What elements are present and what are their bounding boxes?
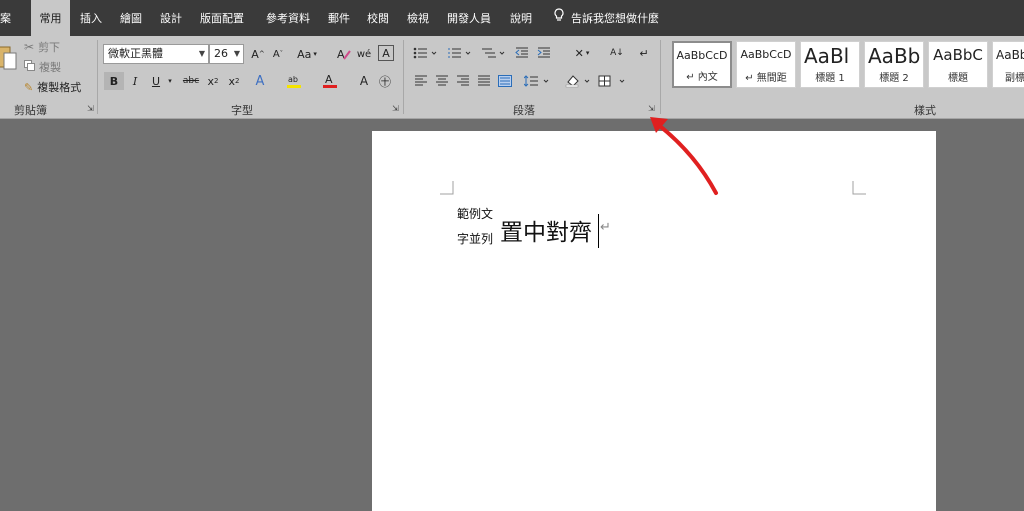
line-spacing-icon[interactable] <box>523 72 551 90</box>
underline-button[interactable]: U <box>148 72 164 90</box>
tell-me-search[interactable]: 告訴我您想做什麼 <box>553 0 659 36</box>
chevron-down-icon: ▼ <box>233 49 240 58</box>
strikethrough-button[interactable]: abc <box>181 72 201 90</box>
text-effects-icon[interactable]: A <box>252 72 268 90</box>
font-launcher-icon[interactable]: ⇲ <box>392 105 400 113</box>
tab-insert[interactable]: 插入 <box>74 0 108 36</box>
style-heading-1[interactable]: AaBl 標題 1 <box>800 41 860 88</box>
phonetic-guide-icon[interactable]: wé <box>356 45 372 63</box>
superscript-button[interactable]: x2 <box>226 72 242 90</box>
character-border-icon[interactable]: A <box>378 45 394 61</box>
tab-home[interactable]: 常用 <box>31 0 70 36</box>
increase-indent-icon[interactable] <box>536 45 552 61</box>
paintbrush-icon: ✎ <box>24 80 34 94</box>
bold-button[interactable]: B <box>104 72 124 90</box>
ribbon-tab-bar: 檔案 常用 插入 繪圖 設計 版面配置 參考資料 郵件 校閱 檢視 開發人員 說… <box>0 0 1024 36</box>
shrink-font-icon[interactable]: Aˇ <box>270 46 286 62</box>
align-center-icon[interactable] <box>432 72 452 90</box>
font-group-label: 字型 <box>231 104 253 117</box>
sort-icon[interactable]: A↓ <box>608 45 626 61</box>
styles-group-label: 樣式 <box>914 104 936 117</box>
copy-icon <box>24 60 35 74</box>
paste-label: 貼上 <box>0 69 14 101</box>
clipboard-launcher-icon[interactable]: ⇲ <box>87 105 95 113</box>
ruby-text-line-1: 範例文 <box>457 207 494 221</box>
character-shading-icon[interactable]: A <box>356 72 372 90</box>
multilevel-list-icon[interactable] <box>480 45 506 61</box>
tab-layout[interactable]: 版面配置 <box>196 0 248 36</box>
style-normal[interactable]: AaBbCcD ↵ 內文 <box>672 41 732 88</box>
cut-button[interactable]: ✂ 剪下 <box>24 39 60 55</box>
tab-review[interactable]: 校閱 <box>361 0 395 36</box>
group-divider <box>403 40 404 114</box>
group-divider <box>97 40 98 114</box>
document-main-text[interactable]: 置中對齊 <box>500 213 592 247</box>
enclose-characters-icon[interactable]: ㊉ <box>377 72 393 90</box>
svg-text:A: A <box>337 48 345 61</box>
margin-corner-top-right <box>852 181 866 195</box>
svg-text:A: A <box>325 73 333 86</box>
borders-icon[interactable] <box>597 72 629 90</box>
subscript-button[interactable]: x2 <box>205 72 221 90</box>
chevron-down-icon: ▼ <box>198 49 205 58</box>
svg-text:ab: ab <box>288 75 298 84</box>
align-left-icon[interactable] <box>411 72 431 90</box>
font-color-icon[interactable]: A <box>322 72 338 90</box>
ruby-text-line-2: 字並列 <box>457 232 494 246</box>
annotation-arrow <box>650 117 718 195</box>
asian-layout-icon[interactable]: ✕ ▾ <box>570 45 594 61</box>
style-no-spacing[interactable]: AaBbCcD ↵ 無間距 <box>736 41 796 88</box>
tab-mailings[interactable]: 郵件 <box>322 0 356 36</box>
group-divider <box>660 40 661 114</box>
clipboard-group-label: 剪貼簿 <box>14 104 47 117</box>
lightbulb-icon <box>553 0 565 38</box>
bullets-icon[interactable] <box>412 45 438 61</box>
tab-help[interactable]: 說明 <box>504 0 538 36</box>
align-right-icon[interactable] <box>453 72 473 90</box>
numbering-icon[interactable] <box>446 45 472 61</box>
margin-corner-top-left <box>440 181 454 195</box>
format-painter-button[interactable]: ✎ 複製格式 <box>24 79 81 95</box>
paragraph-mark: ↵ <box>600 220 611 235</box>
distributed-icon[interactable] <box>495 72 515 90</box>
style-subtitle[interactable]: AaBb 副標 <box>992 41 1024 88</box>
justify-icon[interactable] <box>474 72 494 90</box>
shading-icon[interactable] <box>564 72 594 90</box>
clear-formatting-icon[interactable]: A <box>336 45 352 63</box>
style-title[interactable]: AaBbC 標題 <box>928 41 988 88</box>
tab-references[interactable]: 參考資料 <box>259 0 317 36</box>
tab-draw[interactable]: 繪圖 <box>114 0 148 36</box>
tell-me-text: 告訴我您想做什麼 <box>571 12 659 25</box>
underline-dropdown-icon[interactable]: ▾ <box>166 72 174 90</box>
show-formatting-marks-icon[interactable]: ↵ <box>636 45 652 61</box>
decrease-indent-icon[interactable] <box>514 45 530 61</box>
paragraph-group-label: 段落 <box>513 104 535 117</box>
copy-button[interactable]: 複製 <box>24 59 61 75</box>
grow-font-icon[interactable]: A ^ <box>250 46 266 62</box>
text-cursor <box>598 214 599 248</box>
italic-button[interactable]: I <box>127 72 143 90</box>
font-name-box[interactable]: 微軟正黑體 ▼ <box>103 44 209 64</box>
highlight-icon[interactable]: ab <box>286 72 302 90</box>
tab-developer[interactable]: 開發人員 <box>442 0 496 36</box>
style-heading-2[interactable]: AaBb 標題 2 <box>864 41 924 88</box>
tab-view[interactable]: 檢視 <box>401 0 435 36</box>
scissors-icon: ✂ <box>24 40 35 54</box>
ribbon-home: 貼上 ✂剪下 複製 ✎複製格式 剪貼簿 ⇲ 微軟正黑體▼ 26▼ A^ Aˇ A… <box>0 36 1024 119</box>
font-size-box[interactable]: 26 ▼ <box>209 44 244 64</box>
change-case-icon[interactable]: Aa ▾ <box>296 46 318 62</box>
tab-design[interactable]: 設計 <box>154 0 188 36</box>
tab-file[interactable]: 檔案 <box>0 0 22 36</box>
